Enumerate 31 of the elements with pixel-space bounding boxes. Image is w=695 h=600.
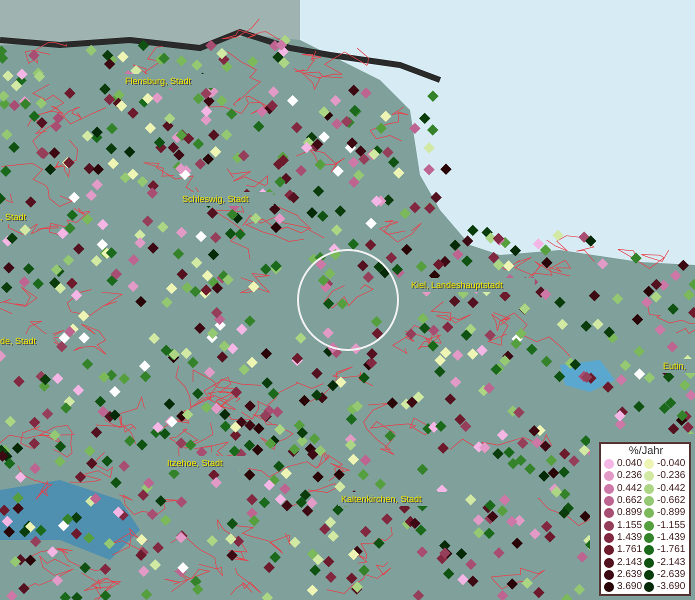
legend-value: -1.761 xyxy=(657,544,686,556)
legend-value: -0.040 xyxy=(657,458,686,470)
legend-value: 2.143 xyxy=(617,556,642,569)
legend-value: 0.040 xyxy=(617,458,642,470)
place-label: Schleswig, Stadt xyxy=(182,194,249,204)
place-label: de, Stadt xyxy=(0,336,36,346)
place-label: Kiel, Landeshauptstadt xyxy=(411,280,503,290)
legend-value: 1.761 xyxy=(617,544,642,556)
legend-value: -0.899 xyxy=(657,507,686,520)
legend-value: -0.236 xyxy=(657,470,686,482)
legend-value: 0.662 xyxy=(617,495,642,508)
legend-value: -0.442 xyxy=(657,482,686,495)
legend-value: -1.155 xyxy=(657,520,686,532)
legend-value: 1.155 xyxy=(617,520,642,532)
legend-value: 1.439 xyxy=(617,532,642,544)
place-label: Flensburg, Stadt xyxy=(125,76,192,86)
legend-value: -3.690 xyxy=(657,581,686,594)
legend-value: -2.639 xyxy=(657,568,686,581)
legend-value: 2.639 xyxy=(617,568,642,581)
legend-value: 3.690 xyxy=(617,581,642,594)
legend-value: -0.662 xyxy=(657,495,686,508)
legend-value: -2.143 xyxy=(657,556,686,569)
place-label: , Stadt xyxy=(0,212,26,222)
legend-value: 0.236 xyxy=(617,470,642,482)
legend-title: %/Jahr xyxy=(628,445,664,458)
place-label: Itzehoe, Stadt xyxy=(167,458,223,468)
place-label: Kaltenkirchen, Stadt xyxy=(341,494,422,504)
legend-value: -1.439 xyxy=(657,532,686,544)
place-label: Eutin, xyxy=(663,361,686,371)
legend-value: 0.442 xyxy=(617,482,642,495)
legend-value: 0.899 xyxy=(617,507,642,520)
